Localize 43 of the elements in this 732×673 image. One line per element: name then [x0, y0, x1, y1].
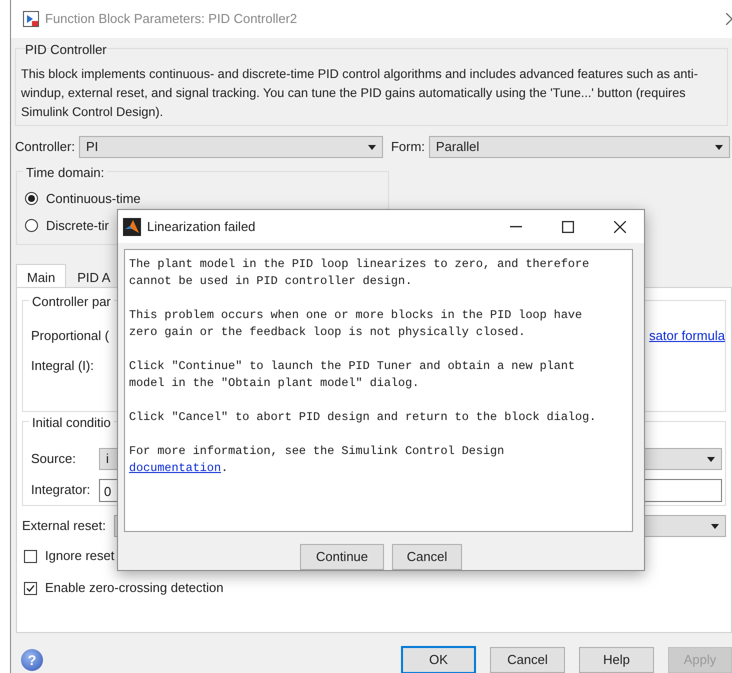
controller-label: Controller:	[15, 138, 75, 156]
checkbox[interactable]	[24, 582, 37, 594]
description-text: This block implements continuous- and discrete-time PID control algorithms and includes advanced features such as anti-windup, external reset, and signal tracking. You can tune the PID gains automatically using the 'Tune...' button (requires Simulink Control Design).	[21, 66, 699, 121]
formula-link[interactable]: sator formula	[649, 326, 725, 346]
tab[interactable]: Main	[16, 264, 66, 287]
caret-icon	[707, 456, 715, 462]
message-text: Click "Continue" to launch the PID Tuner and obtain a new plant model in the "Obtain plant model" dialog.	[129, 358, 576, 392]
radio-button[interactable]	[25, 192, 38, 205]
controller-dropdown[interactable]: PI	[78, 136, 383, 158]
caret-icon	[368, 144, 376, 150]
dialog-button[interactable]: Continue	[300, 544, 384, 570]
documentation-link[interactable]: documentation	[129, 461, 222, 475]
tab[interactable]: PID A	[66, 264, 122, 287]
window-title: Function Block Parameters: PID Controller2	[45, 10, 298, 28]
radio-button[interactable]	[25, 219, 38, 232]
maximize-icon[interactable]	[562, 220, 574, 232]
field-label: Source:	[31, 450, 77, 468]
minimize-icon[interactable]	[510, 226, 522, 228]
dialog-button[interactable]: Help	[579, 647, 654, 673]
checkbox[interactable]	[24, 550, 37, 562]
form-dropdown[interactable]: Parallel	[428, 136, 730, 158]
caret-icon	[715, 144, 723, 150]
dialog-button[interactable]: OK	[401, 646, 476, 673]
dialog-button[interactable]: Cancel	[490, 647, 565, 673]
dialog-title: Linearization failed	[147, 218, 256, 236]
dialog-button[interactable]: Cancel	[392, 544, 462, 570]
checkbox-label: Ignore reset	[45, 547, 114, 566]
message-text: For more information, see the Simulink Control Design documentation.	[129, 443, 506, 477]
message-text: Click "Cancel" to abort PID design and return to the block dialog.	[129, 409, 598, 426]
field-label: Integral (I):	[31, 358, 94, 373]
field-label: Proportional (	[31, 327, 110, 346]
radio-label: Discrete-tir	[46, 216, 109, 235]
app-logo-icon	[123, 218, 141, 236]
field-label: Integrator:	[31, 481, 92, 500]
field-label: External reset:	[22, 517, 106, 536]
checkbox-label: Enable zero-crossing detection	[45, 579, 224, 598]
message-text: The plant model in the PID loop linearizes to zero, and therefore cannot be used in PID controller design.	[129, 256, 590, 290]
caret-icon	[711, 524, 719, 528]
radio-label: Continuous-time	[46, 190, 141, 208]
message-text: This problem occurs when one or more blocks in the PID loop have zero gain or the feedback loop is not physically closed.	[129, 307, 584, 341]
block-icon	[23, 11, 39, 27]
form-label: Form:	[390, 138, 425, 156]
group-heading: PID Controller	[24, 41, 108, 59]
